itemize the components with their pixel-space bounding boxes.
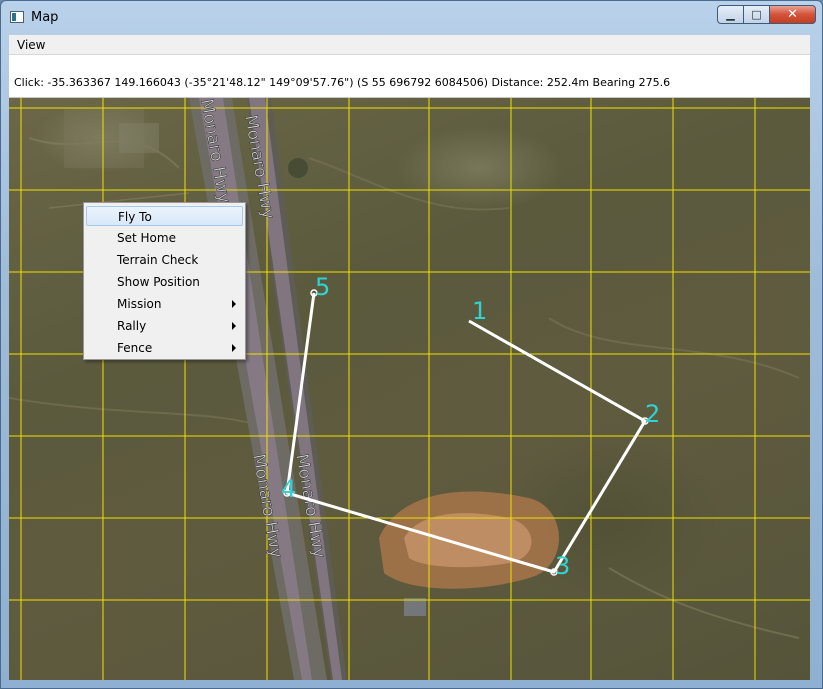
minimize-button[interactable]: ▁: [717, 5, 744, 24]
menu-item-label: Mission: [117, 297, 162, 311]
menu-item-label: Terrain Check: [117, 253, 199, 267]
title-bar[interactable]: Map ▁ □ ✕: [1, 1, 822, 35]
menu-item-label: Fence: [117, 341, 153, 355]
menu-item-fence[interactable]: Fence: [86, 338, 243, 358]
submenu-arrow-icon: [232, 322, 236, 330]
menu-item-mission[interactable]: Mission: [86, 294, 243, 314]
menu-item-rally[interactable]: Rally: [86, 316, 243, 336]
app-icon: [10, 11, 24, 23]
map-canvas[interactable]: Monaro Hwy Monaro Hwy Monaro Hwy Monaro …: [9, 98, 810, 680]
menu-item-terrain-check[interactable]: Terrain Check: [86, 250, 243, 270]
status-bar: Click: -35.363367 149.166043 (-35°21'48.…: [9, 55, 810, 98]
context-menu: Fly To Set Home Terrain Check Show Posit…: [83, 202, 246, 360]
menu-view[interactable]: View: [17, 38, 45, 52]
menu-item-fly-to[interactable]: Fly To: [86, 206, 243, 226]
close-button[interactable]: ✕: [770, 5, 816, 24]
submenu-arrow-icon: [232, 344, 236, 352]
waypoint-label-2[interactable]: 2: [645, 400, 660, 428]
waypoint-label-4[interactable]: 4: [281, 475, 296, 503]
menu-item-set-home[interactable]: Set Home: [86, 228, 243, 248]
waypoint-label-5[interactable]: 5: [315, 273, 330, 301]
map-view[interactable]: Monaro Hwy Monaro Hwy Monaro Hwy Monaro …: [9, 98, 810, 680]
dirt-pad: [379, 491, 559, 616]
menu-item-label: Rally: [117, 319, 147, 333]
maximize-icon: □: [751, 8, 762, 21]
menu-item-show-position[interactable]: Show Position: [86, 272, 243, 292]
menu-item-label: Fly To: [118, 210, 152, 224]
map-grid: [9, 98, 810, 680]
waypoint-label-1[interactable]: 1: [472, 297, 487, 325]
maximize-button[interactable]: □: [744, 5, 770, 24]
minimize-icon: ▁: [726, 8, 735, 21]
menu-bar: View: [9, 35, 810, 55]
window-controls: ▁ □ ✕: [717, 5, 816, 25]
menu-item-label: Set Home: [117, 231, 176, 245]
window-title: Map: [31, 10, 59, 25]
map-window: Map ▁ □ ✕ View Click: -35.363367 149.166…: [0, 0, 823, 689]
submenu-arrow-icon: [232, 300, 236, 308]
close-icon: ✕: [787, 7, 798, 22]
waypoint-label-3[interactable]: 3: [555, 552, 570, 580]
click-info-text: Click: -35.363367 149.166043 (-35°21'48.…: [14, 76, 671, 89]
menu-item-label: Show Position: [117, 275, 200, 289]
